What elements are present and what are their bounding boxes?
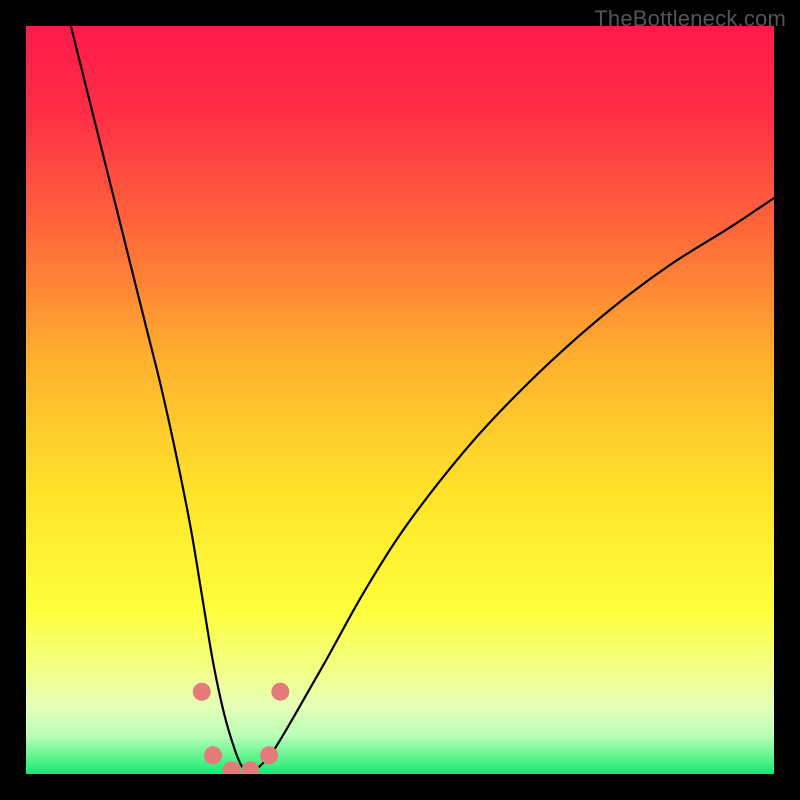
curve-marker bbox=[241, 761, 259, 774]
plot-area bbox=[26, 26, 774, 774]
curve-marker bbox=[223, 761, 241, 774]
curve-layer bbox=[26, 26, 774, 774]
curve-marker bbox=[260, 746, 278, 764]
watermark-text: TheBottleneck.com bbox=[594, 6, 786, 32]
chart-frame: TheBottleneck.com bbox=[0, 0, 800, 800]
curve-marker bbox=[204, 746, 222, 764]
curve-marker bbox=[271, 683, 289, 701]
curve-markers bbox=[193, 683, 290, 774]
plot-inner bbox=[26, 26, 774, 774]
bottleneck-curve bbox=[71, 26, 774, 774]
curve-marker bbox=[193, 683, 211, 701]
